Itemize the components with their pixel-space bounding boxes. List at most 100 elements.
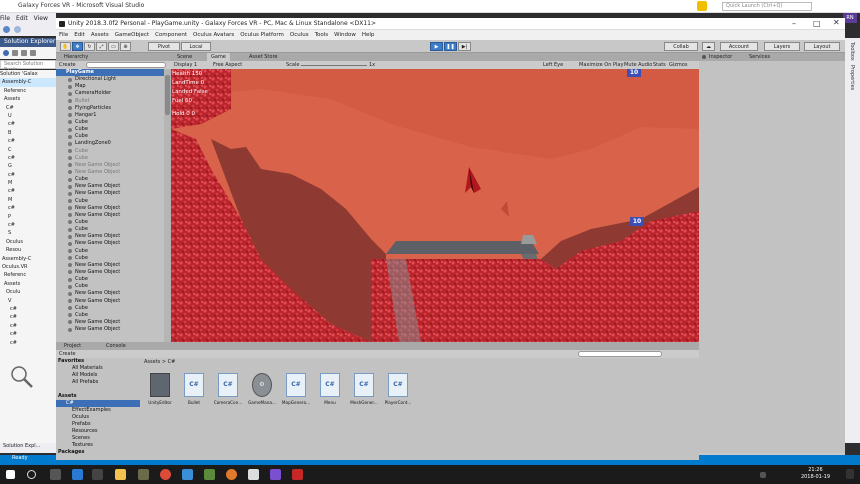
- show-all-icon[interactable]: [30, 50, 36, 56]
- close-icon[interactable]: ✕: [833, 18, 840, 27]
- hierarchy-item[interactable]: Cube: [56, 255, 164, 262]
- tab-project[interactable]: Project: [64, 342, 81, 350]
- unity-menu-item[interactable]: Oculus: [290, 32, 309, 38]
- solution-tree-item[interactable]: c#: [0, 305, 56, 313]
- app-icon-2[interactable]: [182, 469, 193, 480]
- unity-menu-item[interactable]: Component: [155, 32, 187, 38]
- hierarchy-item[interactable]: New Game Object: [56, 162, 164, 169]
- unity-menu-item[interactable]: File: [59, 32, 68, 38]
- asset-tile[interactable]: C# CameraCon...: [212, 373, 244, 409]
- notification-center-icon[interactable]: [846, 469, 854, 479]
- search-icon[interactable]: [27, 470, 36, 479]
- unity-menu-item[interactable]: Oculus Platform: [240, 32, 284, 38]
- solution-tree-item[interactable]: Resou: [0, 246, 56, 254]
- solution-tree-item[interactable]: C#: [0, 104, 56, 112]
- move-tool-icon[interactable]: ✥: [72, 42, 83, 51]
- store-icon[interactable]: [92, 469, 103, 480]
- home-icon[interactable]: [3, 50, 9, 56]
- solution-tree-item[interactable]: B: [0, 129, 56, 137]
- tray-icon[interactable]: [760, 472, 766, 478]
- hierarchy-item[interactable]: Cube: [56, 305, 164, 312]
- project-tree-folder[interactable]: EffectExamples: [56, 407, 140, 414]
- app-icon-4[interactable]: [226, 469, 237, 480]
- hierarchy-item[interactable]: Directional Light: [56, 76, 164, 83]
- project-tree-folder[interactable]: Resources: [56, 428, 140, 435]
- hierarchy-item[interactable]: New Game Object: [56, 298, 164, 305]
- collab-dropdown[interactable]: Collab: [664, 42, 698, 51]
- play-button[interactable]: ▶: [430, 42, 443, 51]
- gizmos-dropdown[interactable]: Gizmos: [669, 61, 687, 69]
- hierarchy-root-item[interactable]: PlayGame: [56, 69, 164, 77]
- solution-tree-item[interactable]: Referenc: [0, 87, 56, 95]
- hierarchy-item[interactable]: Cube: [56, 219, 164, 226]
- solution-tree-item[interactable]: Solution 'Galax: [0, 70, 56, 78]
- project-tree-folder[interactable]: Prefabs: [56, 421, 140, 428]
- file-explorer-icon[interactable]: [115, 469, 126, 480]
- layers-dropdown[interactable]: Layers: [764, 42, 800, 51]
- hierarchy-item[interactable]: Cube: [56, 248, 164, 255]
- unity-menu-item[interactable]: GameObject: [115, 32, 149, 38]
- hierarchy-item[interactable]: Cube: [56, 198, 164, 205]
- asset-tile[interactable]: C# PlayerCont...: [382, 373, 414, 409]
- hierarchy-scrollbar[interactable]: [164, 69, 171, 342]
- hierarchy-item[interactable]: New Game Object: [56, 212, 164, 219]
- notification-icon[interactable]: [697, 1, 707, 11]
- solution-tree-item[interactable]: U: [0, 112, 56, 120]
- hierarchy-item[interactable]: LandingZone0: [56, 140, 164, 147]
- solution-tree-item[interactable]: c#: [0, 120, 56, 128]
- edge-icon[interactable]: [72, 469, 83, 480]
- hierarchy-item[interactable]: Bullet: [56, 98, 164, 105]
- hierarchy-item[interactable]: Cube: [56, 126, 164, 133]
- project-tree-folder[interactable]: Oculus: [56, 414, 140, 421]
- hierarchy-item[interactable]: New Game Object: [56, 269, 164, 276]
- solution-tree-item[interactable]: c#: [0, 330, 56, 338]
- user-badge[interactable]: RN: [843, 13, 857, 23]
- hierarchy-create-button[interactable]: Create: [59, 61, 76, 69]
- unity-taskbar-icon[interactable]: [248, 469, 259, 480]
- solution-tree-item[interactable]: Assembly-C: [0, 78, 56, 87]
- hierarchy-item[interactable]: New Game Object: [56, 205, 164, 212]
- game-viewport[interactable]: Health 150 LandTime 0 Landed False Fuel …: [171, 69, 699, 342]
- tab-inspector[interactable]: Inspector: [709, 53, 732, 61]
- step-button[interactable]: ▶|: [458, 42, 471, 51]
- solution-tree-item[interactable]: c#: [0, 313, 56, 321]
- app-icon-1[interactable]: [138, 469, 149, 480]
- project-tree-folder[interactable]: All Models: [56, 372, 140, 379]
- hierarchy-item[interactable]: New Game Object: [56, 240, 164, 247]
- maximize-icon[interactable]: □: [813, 19, 821, 28]
- solution-tree-item[interactable]: C: [0, 146, 56, 154]
- tab-services[interactable]: Services: [749, 53, 770, 61]
- project-tree-section[interactable]: Packages: [56, 449, 140, 456]
- project-tree-folder[interactable]: Scenes: [56, 435, 140, 442]
- asset-tile[interactable]: C# MapGenera...: [280, 373, 312, 409]
- tab-asset-store[interactable]: Asset Store: [245, 53, 281, 61]
- solution-tree-item[interactable]: Assembly-C: [0, 255, 56, 263]
- vs-menu-view[interactable]: View: [34, 15, 48, 22]
- hierarchy-item[interactable]: Cube: [56, 276, 164, 283]
- hierarchy-item[interactable]: New Game Object: [56, 183, 164, 190]
- tab-toolbox[interactable]: Toolbox: [849, 42, 855, 61]
- unity-menu-item[interactable]: Tools: [315, 32, 329, 38]
- asset-tile[interactable]: C# Menu: [314, 373, 346, 409]
- solution-tree-item[interactable]: G: [0, 162, 56, 170]
- scale-slider[interactable]: [301, 64, 367, 66]
- hierarchy-item[interactable]: New Game Object: [56, 190, 164, 197]
- hierarchy-item[interactable]: New Game Object: [56, 326, 164, 333]
- hierarchy-item[interactable]: Map: [56, 83, 164, 90]
- solution-tree-item[interactable]: c#: [0, 339, 56, 347]
- sync-icon[interactable]: [12, 50, 18, 56]
- project-tree-folder[interactable]: C#: [56, 400, 140, 407]
- project-create-button[interactable]: Create: [59, 350, 76, 358]
- forward-icon[interactable]: [14, 26, 21, 33]
- solution-tree-item[interactable]: Oculus.VR: [0, 263, 56, 271]
- solution-tree-item[interactable]: P: [0, 213, 56, 221]
- solution-search-input[interactable]: Search Solution Explo: [0, 60, 56, 73]
- hierarchy-scroll-thumb[interactable]: [165, 75, 170, 115]
- account-dropdown[interactable]: Account: [720, 42, 758, 51]
- hierarchy-item[interactable]: Cube: [56, 133, 164, 140]
- hierarchy-item[interactable]: FlyingParticles: [56, 105, 164, 112]
- project-tree-folder[interactable]: All Prefabs: [56, 379, 140, 386]
- cloud-icon[interactable]: ☁: [702, 42, 715, 51]
- solution-tree-item[interactable]: c#: [0, 137, 56, 145]
- project-tree-section[interactable]: Assets: [56, 393, 140, 400]
